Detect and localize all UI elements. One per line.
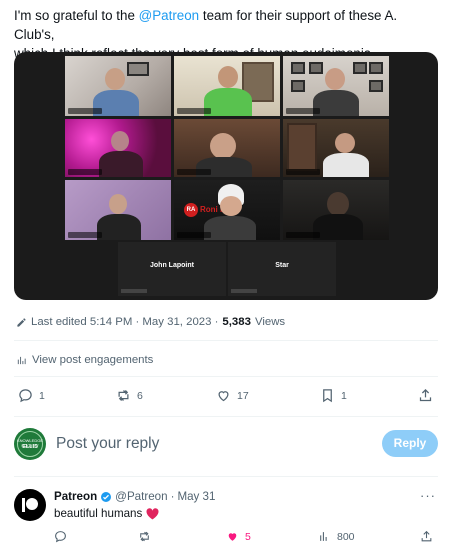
participant-name: John Lapoint [150,262,194,269]
view-post-engagements-label: View post engagements [32,354,154,366]
reply-author-handle[interactable]: @Patreon [115,490,167,503]
repost-count: 6 [137,389,143,402]
reply-input[interactable]: Post your reply [56,435,159,453]
post-actions: 1 6 17 1 [14,388,438,410]
reply-post-repost-button[interactable] [138,530,151,543]
views-count: 5,383 [222,316,251,328]
divider [14,416,438,417]
reply-post-like-button[interactable]: 5 [226,530,251,543]
repost-icon [140,531,149,542]
reply-post-share-button[interactable] [420,530,433,543]
bookmark-count: 1 [341,389,347,402]
more-options-button[interactable]: ··· [420,488,436,503]
repost-icon [118,390,129,401]
post-text-start: I'm so grateful to the [14,8,139,23]
reply-author-name[interactable]: Patreon [54,490,97,503]
participant-tile [283,56,389,116]
reply-post-views-button[interactable]: 800 [318,530,355,543]
reply-text: beautiful humans [54,507,143,520]
view-post-engagements-link[interactable]: View post engagements [16,354,153,366]
views-icon [320,532,327,541]
participant-tile [65,119,171,177]
like-icon [228,533,237,541]
edited-timestamp[interactable]: Last edited 5:14 PM · May 31, 2023 · [31,316,218,328]
bookmark-button[interactable]: 1 [320,388,347,403]
reply-post-views-count: 800 [337,530,355,543]
reply-post-actions: 5 800 [54,530,438,546]
reply-count: 1 [39,389,45,402]
participant-tile: RA Roni ive [174,180,280,240]
post-meta: Last edited 5:14 PM · May 31, 2023 · 5,3… [16,316,285,328]
participant-tile [174,119,280,177]
patreon-mention-link[interactable]: @Patreon [139,8,200,23]
participant-name-tile: Star [228,242,336,296]
post-media-image[interactable]: RA Roni ive John Lapoint Star [14,52,438,300]
divider [14,340,438,341]
reply-icon [55,531,66,543]
reply-composer: KNOWLEDGE SOCIETY ELLIS Post your reply … [14,428,438,462]
share-icon [421,530,432,542]
reply-submit-button[interactable]: Reply [382,430,438,457]
roni-live-logo: RA [184,203,198,217]
divider [14,476,438,477]
reply-button[interactable]: 1 [18,388,45,403]
participant-name-tile: John Lapoint [118,242,226,296]
participant-tile [174,56,280,116]
like-icon [218,391,229,402]
edit-icon [17,317,26,327]
reply-icon [19,389,32,403]
like-count: 17 [237,389,249,402]
repost-button[interactable]: 6 [116,388,143,403]
patreon-avatar[interactable] [14,489,46,521]
reply-post[interactable]: Patreon @Patreon · May 31 ··· beautiful … [14,488,438,548]
reply-post-header: Patreon @Patreon · May 31 [54,490,215,503]
share-button[interactable] [418,388,433,403]
participant-tile [65,180,171,240]
audio-participant-tiles: John Lapoint Star [118,242,336,296]
bookmark-icon [323,389,332,403]
participant-tile [283,119,389,177]
like-button[interactable]: 17 [216,388,249,403]
reply-post-reply-button[interactable] [54,530,67,543]
views-label: Views [254,316,286,328]
divider [14,376,438,377]
verified-icon [101,491,112,502]
avatar-main-text: ELLIS [22,444,38,450]
reply-date[interactable]: May 31 [177,490,215,503]
reply-post-text: beautiful humans [54,507,159,520]
participant-name: Star [275,262,289,269]
heart-emoji-icon [146,507,159,519]
header-separator: · [170,490,175,503]
share-icon [419,388,432,402]
participant-tile [283,180,389,240]
analytics-icon [17,356,26,364]
reply-post-like-count: 5 [245,530,251,543]
video-call-grid: RA Roni ive [65,56,389,242]
user-avatar[interactable]: KNOWLEDGE SOCIETY ELLIS [14,428,46,460]
participant-tile [65,56,171,116]
